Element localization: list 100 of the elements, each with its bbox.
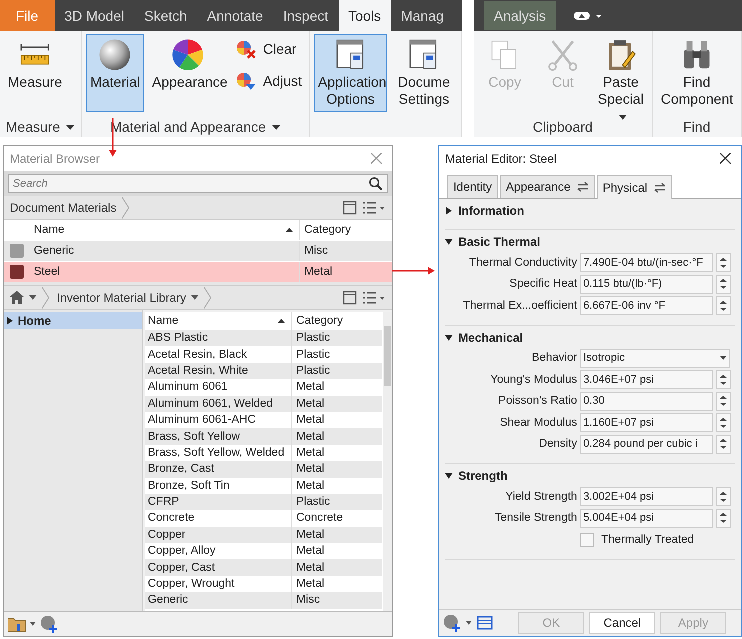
spin-button[interactable]: [716, 508, 732, 528]
panel-view-icon[interactable]: [343, 290, 358, 304]
ribbon-button[interactable]: Appearance: [148, 34, 228, 112]
value-field[interactable]: 6.667E-06 inv °F: [580, 296, 714, 316]
up-down-arrows-icon: [720, 438, 728, 450]
material-name: Brass, Soft Yellow, Welded: [147, 446, 286, 459]
section-title[interactable]: Information: [458, 204, 524, 218]
ribbon-tab[interactable]: Tools: [338, 0, 392, 31]
search-icon: [369, 177, 384, 191]
list-view-icon[interactable]: [362, 200, 386, 214]
close-icon[interactable]: [720, 153, 731, 164]
expand-icon[interactable]: [445, 207, 454, 215]
add-material-icon[interactable]: [40, 615, 58, 633]
ribbon-button[interactable]: Adjust: [232, 68, 306, 94]
tree-item[interactable]: Home: [4, 312, 142, 329]
list-view-icon[interactable]: [362, 290, 386, 304]
panel-view-icon[interactable]: [343, 200, 358, 214]
breadcrumb[interactable]: Inventor Material Library: [57, 290, 186, 304]
up-down-arrows-icon: [720, 512, 728, 524]
dropdown-field[interactable]: Isotropic: [580, 348, 730, 368]
checkbox[interactable]: [580, 532, 594, 547]
editor-tab[interactable]: Physical: [596, 175, 672, 199]
value-field[interactable]: 0.115 btu/(lb·°F): [580, 274, 714, 294]
up-down-arrows-icon: [720, 300, 728, 312]
material-name: Bronze, Soft Tin: [147, 480, 231, 492]
expand-icon[interactable]: [445, 472, 454, 480]
value-field[interactable]: 3.046E+07 psi: [580, 370, 714, 390]
home-icon[interactable]: [10, 291, 24, 304]
ribbon-tab[interactable]: Sketch: [134, 0, 198, 31]
material-row[interactable]: Generic Misc: [4, 240, 392, 261]
value-field[interactable]: 0.284 pound per cubic i: [580, 434, 714, 454]
ribbon-button[interactable]: Material: [86, 34, 144, 112]
swap-arrows-icon: [654, 182, 666, 192]
spin-button[interactable]: [716, 392, 732, 411]
column-header[interactable]: Name: [30, 224, 286, 236]
spin-button[interactable]: [716, 253, 732, 272]
sphere-icon: [98, 38, 132, 72]
ribbon-tab[interactable]: Analysis: [484, 1, 556, 30]
up-down-arrows-icon: [720, 374, 728, 386]
caret-icon[interactable]: [30, 622, 36, 626]
editor-tab[interactable]: Appearance: [500, 175, 595, 198]
section-title[interactable]: Strength: [458, 469, 508, 483]
spin-button[interactable]: [716, 434, 732, 454]
value-field[interactable]: 3.002E+04 psi: [580, 487, 714, 506]
column-header[interactable]: Name: [145, 315, 278, 327]
editor-tab[interactable]: Identity: [447, 175, 498, 198]
material-category: Misc: [291, 592, 382, 609]
ribbon-tab[interactable]: Annotate: [197, 0, 274, 31]
spin-button[interactable]: [716, 274, 732, 294]
value-field[interactable]: 0.30: [580, 392, 714, 411]
search-field[interactable]: Search: [8, 174, 388, 193]
ball-arrow-icon: [235, 71, 258, 91]
property-label: Young's Modulus: [490, 374, 578, 386]
ribbon-tab[interactable]: 3D Model: [54, 0, 134, 31]
checkbox-label: Thermally Treated: [601, 534, 694, 546]
ribbon-button[interactable]: Measure: [4, 34, 66, 112]
property-label: Thermal Ex...oefficient: [462, 300, 578, 312]
material-name: Acetal Resin, White: [147, 364, 250, 377]
panel-icon[interactable]: [477, 616, 494, 630]
value-field[interactable]: 7.490E-04 btu/(in-sec·°F: [580, 253, 714, 272]
value-field[interactable]: 5.004E+04 psi: [580, 508, 714, 528]
property-label: Behavior: [531, 352, 578, 364]
up-down-arrows-icon: [720, 395, 728, 408]
ribbon-button[interactable]: Find Component: [657, 34, 737, 112]
caret-icon[interactable]: [29, 295, 37, 300]
add-material-icon[interactable]: [443, 614, 462, 632]
ribbon-toggle-icon[interactable]: [574, 10, 604, 20]
value-field[interactable]: 1.160E+07 psi: [580, 413, 714, 432]
spin-button[interactable]: [716, 370, 732, 390]
ribbon-button[interactable]: Application Options: [314, 34, 388, 112]
expand-icon[interactable]: [445, 238, 454, 246]
material-name: ABS Plastic: [147, 332, 210, 344]
section-title[interactable]: Basic Thermal: [458, 235, 540, 249]
folder-icon[interactable]: [8, 616, 26, 632]
spin-button[interactable]: [716, 413, 732, 432]
material-name: Generic: [147, 594, 190, 606]
caret-icon[interactable]: [272, 124, 282, 130]
spin-button[interactable]: [716, 296, 732, 316]
material-row[interactable]: Steel Metal: [4, 261, 392, 282]
sort-icon: [286, 228, 294, 232]
property-label: Specific Heat: [508, 278, 578, 290]
caret-icon[interactable]: [66, 124, 76, 130]
scissors-icon: [546, 38, 580, 72]
section-title[interactable]: Mechanical: [458, 330, 524, 344]
ribbon-tab[interactable]: Inspect: [273, 0, 338, 31]
material-name: Copper, Alloy: [147, 545, 217, 558]
caret-icon: [720, 356, 728, 360]
property-label: Poisson's Ratio: [498, 395, 578, 408]
dialog-button[interactable]: Cancel: [589, 612, 656, 634]
caret-icon[interactable]: [191, 295, 200, 300]
scrollbar[interactable]: [383, 312, 392, 611]
caret-icon[interactable]: [466, 621, 472, 625]
ribbon-tab[interactable]: Manag: [391, 0, 454, 31]
ribbon-button[interactable]: Docume Settings: [391, 34, 457, 112]
breadcrumb[interactable]: Document Materials: [10, 200, 117, 214]
spin-button[interactable]: [716, 487, 732, 506]
expand-icon[interactable]: [7, 316, 14, 324]
ribbon-button[interactable]: Paste Special: [594, 34, 648, 112]
expand-icon[interactable]: [445, 334, 454, 342]
ribbon-button[interactable]: Clear: [232, 36, 306, 62]
